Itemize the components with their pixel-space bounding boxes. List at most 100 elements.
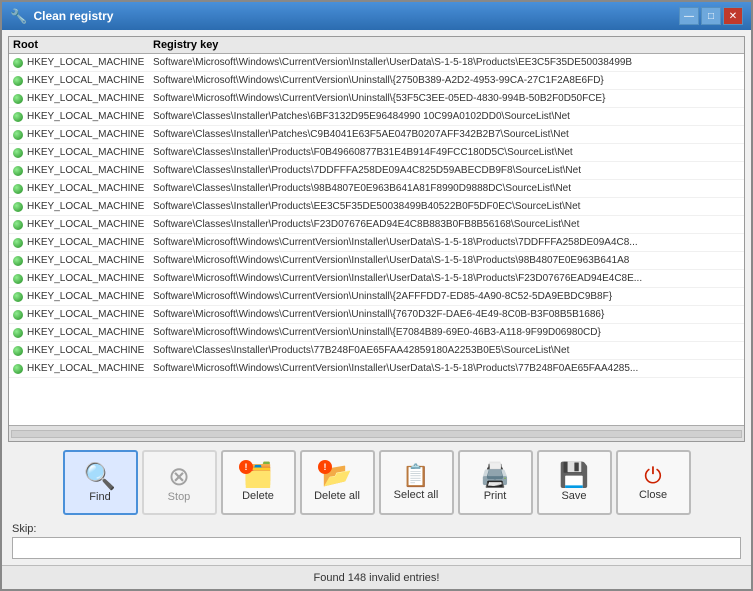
root-text: HKEY_LOCAL_MACHINE: [27, 165, 144, 176]
status-dot: [13, 310, 23, 320]
row-key-cell: Software\Classes\Installer\Products\98B4…: [153, 183, 740, 194]
table-row[interactable]: HKEY_LOCAL_MACHINE Software\Microsoft\Wi…: [9, 252, 744, 270]
status-dot: [13, 328, 23, 338]
table-row[interactable]: HKEY_LOCAL_MACHINE Software\Classes\Inst…: [9, 126, 744, 144]
status-dot: [13, 238, 23, 248]
table-row[interactable]: HKEY_LOCAL_MACHINE Software\Microsoft\Wi…: [9, 288, 744, 306]
skip-input[interactable]: [12, 537, 741, 559]
table-row[interactable]: HKEY_LOCAL_MACHINE Software\Microsoft\Wi…: [9, 234, 744, 252]
print-button[interactable]: 🖨️ Print: [458, 450, 533, 515]
row-root-cell: HKEY_LOCAL_MACHINE: [13, 129, 153, 140]
row-root-cell: HKEY_LOCAL_MACHINE: [13, 147, 153, 158]
root-text: HKEY_LOCAL_MACHINE: [27, 147, 144, 158]
table-row[interactable]: HKEY_LOCAL_MACHINE Software\Microsoft\Wi…: [9, 270, 744, 288]
root-text: HKEY_LOCAL_MACHINE: [27, 237, 144, 248]
status-text: Found 148 invalid entries!: [314, 572, 440, 584]
row-key-cell: Software\Microsoft\Windows\CurrentVersio…: [153, 327, 740, 338]
delete-button[interactable]: 🗂️ ! Delete: [221, 450, 296, 515]
root-text: HKEY_LOCAL_MACHINE: [27, 345, 144, 356]
select-all-button[interactable]: 📋 Select all: [379, 450, 454, 515]
table-row[interactable]: HKEY_LOCAL_MACHINE Software\Microsoft\Wi…: [9, 360, 744, 378]
root-text: HKEY_LOCAL_MACHINE: [27, 183, 144, 194]
table-row[interactable]: HKEY_LOCAL_MACHINE Software\Classes\Inst…: [9, 180, 744, 198]
root-text: HKEY_LOCAL_MACHINE: [27, 255, 144, 266]
save-button[interactable]: 💾 Save: [537, 450, 612, 515]
title-bar-buttons: — □ ✕: [679, 7, 743, 25]
table-row[interactable]: HKEY_LOCAL_MACHINE Software\Microsoft\Wi…: [9, 324, 744, 342]
status-dot: [13, 346, 23, 356]
skip-label: Skip:: [12, 523, 741, 535]
root-text: HKEY_LOCAL_MACHINE: [27, 57, 144, 68]
select-all-icon: 📋: [402, 465, 429, 487]
table-row[interactable]: HKEY_LOCAL_MACHINE Software\Microsoft\Wi…: [9, 90, 744, 108]
horizontal-scrollbar[interactable]: [9, 425, 744, 441]
row-key-cell: Software\Classes\Installer\Patches\6BF31…: [153, 111, 740, 122]
toolbar: 🔍 Find ⊗ Stop 🗂️ ! Delete 📂 ! Delete al: [8, 446, 745, 519]
stop-button[interactable]: ⊗ Stop: [142, 450, 217, 515]
minimize-button[interactable]: —: [679, 7, 699, 25]
table-row[interactable]: HKEY_LOCAL_MACHINE Software\Classes\Inst…: [9, 162, 744, 180]
window-close-button[interactable]: ✕: [723, 7, 743, 25]
table-row[interactable]: HKEY_LOCAL_MACHINE Software\Classes\Inst…: [9, 198, 744, 216]
status-dot: [13, 148, 23, 158]
select-all-label: Select all: [394, 489, 439, 501]
maximize-button[interactable]: □: [701, 7, 721, 25]
title-bar-left: 🔧 Clean registry: [10, 8, 113, 25]
row-root-cell: HKEY_LOCAL_MACHINE: [13, 291, 153, 302]
status-dot: [13, 166, 23, 176]
print-icon: 🖨️: [480, 464, 510, 488]
delete-all-badge: !: [318, 460, 332, 474]
close-button[interactable]: ⏻ Close: [616, 450, 691, 515]
row-root-cell: HKEY_LOCAL_MACHINE: [13, 273, 153, 284]
row-key-cell: Software\Classes\Installer\Patches\C9B40…: [153, 129, 740, 140]
find-button[interactable]: 🔍 Find: [63, 450, 138, 515]
row-root-cell: HKEY_LOCAL_MACHINE: [13, 309, 153, 320]
table-row[interactable]: HKEY_LOCAL_MACHINE Software\Classes\Inst…: [9, 108, 744, 126]
row-root-cell: HKEY_LOCAL_MACHINE: [13, 165, 153, 176]
status-dot: [13, 76, 23, 86]
table-row[interactable]: HKEY_LOCAL_MACHINE Software\Microsoft\Wi…: [9, 54, 744, 72]
table-header: Root Registry key: [9, 37, 744, 54]
window-title: Clean registry: [33, 9, 113, 23]
table-row[interactable]: HKEY_LOCAL_MACHINE Software\Microsoft\Wi…: [9, 306, 744, 324]
root-text: HKEY_LOCAL_MACHINE: [27, 93, 144, 104]
row-key-cell: Software\Classes\Installer\Products\7DDF…: [153, 165, 740, 176]
stop-label: Stop: [168, 491, 191, 503]
table-row[interactable]: HKEY_LOCAL_MACHINE Software\Classes\Inst…: [9, 144, 744, 162]
status-dot: [13, 220, 23, 230]
save-icon: 💾: [559, 464, 589, 488]
registry-table[interactable]: Root Registry key HKEY_LOCAL_MACHINE Sof…: [8, 36, 745, 442]
status-bar: Found 148 invalid entries!: [2, 565, 751, 589]
root-text: HKEY_LOCAL_MACHINE: [27, 201, 144, 212]
stop-icon: ⊗: [168, 463, 190, 489]
col-header-root: Root: [13, 39, 153, 51]
status-dot: [13, 202, 23, 212]
root-text: HKEY_LOCAL_MACHINE: [27, 111, 144, 122]
row-root-cell: HKEY_LOCAL_MACHINE: [13, 93, 153, 104]
delete-badge: !: [239, 460, 253, 474]
row-root-cell: HKEY_LOCAL_MACHINE: [13, 219, 153, 230]
table-row[interactable]: HKEY_LOCAL_MACHINE Software\Classes\Inst…: [9, 216, 744, 234]
status-dot: [13, 184, 23, 194]
row-root-cell: HKEY_LOCAL_MACHINE: [13, 327, 153, 338]
delete-icon-wrapper: 🗂️ !: [243, 464, 273, 488]
row-root-cell: HKEY_LOCAL_MACHINE: [13, 201, 153, 212]
table-row[interactable]: HKEY_LOCAL_MACHINE Software\Classes\Inst…: [9, 342, 744, 360]
close-label: Close: [639, 489, 667, 501]
row-key-cell: Software\Classes\Installer\Products\F23D…: [153, 219, 740, 230]
root-text: HKEY_LOCAL_MACHINE: [27, 273, 144, 284]
status-dot: [13, 130, 23, 140]
delete-all-icon-wrapper: 📂 !: [322, 464, 352, 488]
window-icon: 🔧: [10, 8, 27, 25]
main-window: 🔧 Clean registry — □ ✕ Root Registry key…: [0, 0, 753, 591]
h-scroll-track[interactable]: [11, 430, 742, 438]
row-root-cell: HKEY_LOCAL_MACHINE: [13, 111, 153, 122]
root-text: HKEY_LOCAL_MACHINE: [27, 327, 144, 338]
table-body[interactable]: HKEY_LOCAL_MACHINE Software\Microsoft\Wi…: [9, 54, 744, 425]
find-label: Find: [89, 491, 110, 503]
table-row[interactable]: HKEY_LOCAL_MACHINE Software\Microsoft\Wi…: [9, 72, 744, 90]
skip-section: Skip:: [8, 523, 745, 559]
row-key-cell: Software\Classes\Installer\Products\77B2…: [153, 345, 740, 356]
row-key-cell: Software\Microsoft\Windows\CurrentVersio…: [153, 273, 740, 284]
delete-all-button[interactable]: 📂 ! Delete all: [300, 450, 375, 515]
